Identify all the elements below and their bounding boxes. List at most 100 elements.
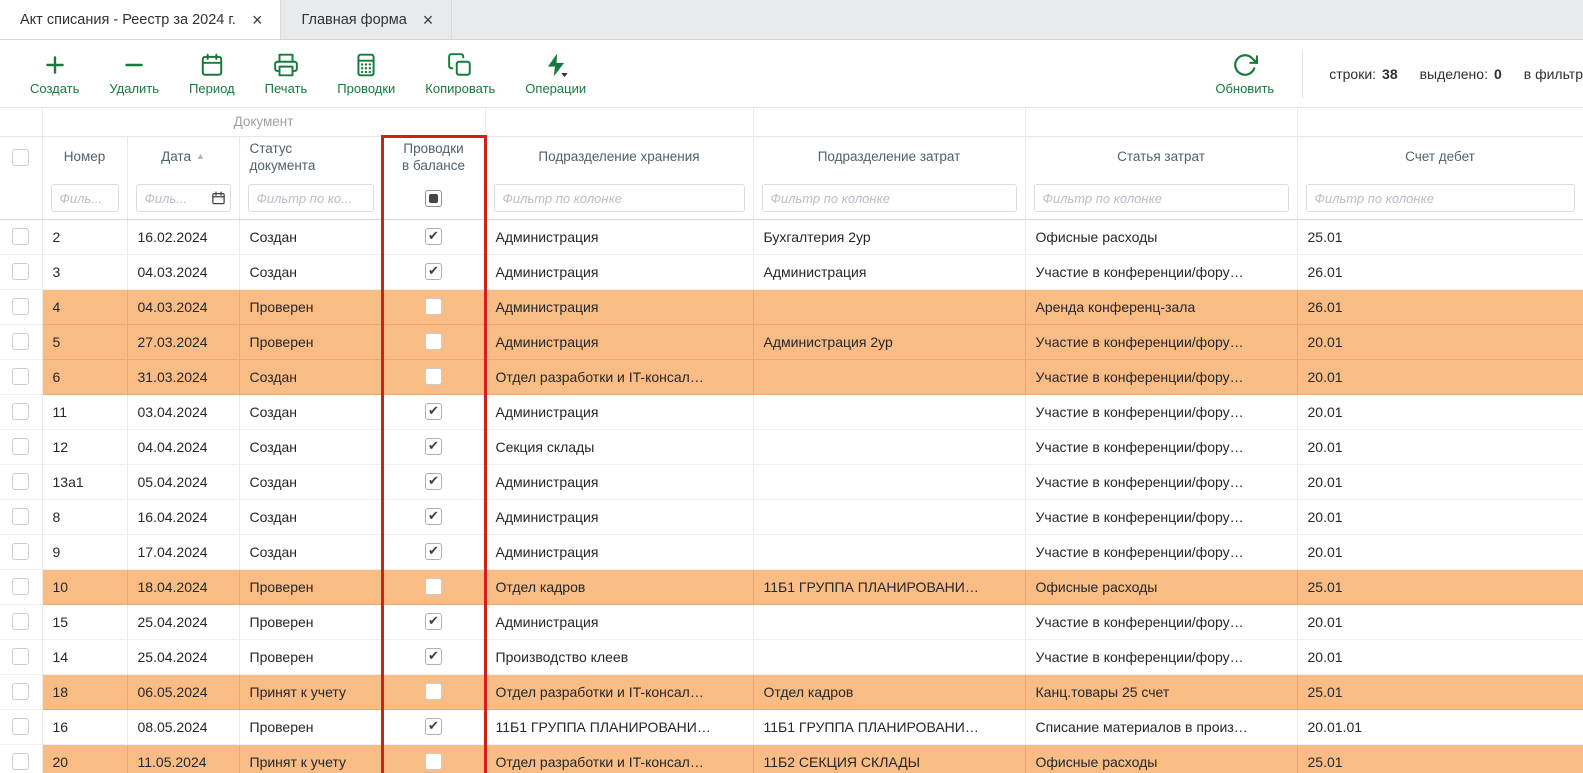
select-all-checkbox[interactable] [12,149,29,166]
posted-checkbox[interactable] [425,543,442,560]
cell-cost-item: Участие в конференции/фору… [1025,604,1297,639]
filter-cost-item-input[interactable] [1034,184,1289,212]
row-select-checkbox[interactable] [12,683,29,700]
row-select-checkbox[interactable] [12,473,29,490]
row-select-checkbox[interactable] [12,543,29,560]
cell-cost-item: Офисные расходы [1025,569,1297,604]
posted-checkbox[interactable] [425,473,442,490]
row-select-cell [0,324,42,359]
table-row[interactable]: 1608.05.2024Проверен11Б1 ГРУППА ПЛАНИРОВ… [0,709,1583,744]
tab-act-spisaniya[interactable]: Акт списания - Реестр за 2024 г. × [0,0,281,39]
copy-button[interactable]: Копировать [425,52,495,96]
table-row[interactable]: 631.03.2024СозданОтдел разработки и IT-к… [0,359,1583,394]
row-select-checkbox[interactable] [12,753,29,770]
close-icon[interactable]: × [252,11,263,29]
cell-storage-department: Администрация [485,534,753,569]
posted-checkbox[interactable] [425,368,442,385]
table-row[interactable]: 13а105.04.2024СозданАдминистрацияУчастие… [0,464,1583,499]
create-button[interactable]: Создать [30,52,79,96]
row-select-checkbox[interactable] [12,263,29,280]
col-header-cost-item[interactable]: Статья затрат [1025,136,1297,178]
table-row[interactable]: 1425.04.2024ПроверенПроизводство клеевУч… [0,639,1583,674]
table-row[interactable]: 816.04.2024СозданАдминистрацияУчастие в … [0,499,1583,534]
row-select-checkbox[interactable] [12,333,29,350]
operations-button[interactable]: Операции [525,52,586,96]
col-header-doc-status[interactable]: Статус документа [239,136,382,178]
row-select-checkbox[interactable] [12,368,29,385]
posted-checkbox[interactable] [425,228,442,245]
posted-checkbox[interactable] [425,718,442,735]
table-row[interactable]: 216.02.2024СозданАдминистрацияБухгалтери… [0,219,1583,254]
row-select-checkbox[interactable] [12,718,29,735]
posted-checkbox[interactable] [425,578,442,595]
group-cell [1297,108,1583,136]
cell-cost-department: Администрация [753,254,1025,289]
col-header-postings-balance[interactable]: Проводки в балансе [382,136,485,178]
filter-storage-department-input[interactable] [494,184,745,212]
col-header-number[interactable]: Номер [42,136,127,178]
posted-checkbox[interactable] [425,753,442,770]
refresh-button[interactable]: Обновить [1215,52,1274,96]
stat-rows: строки:38 [1329,66,1397,82]
row-select-checkbox[interactable] [12,613,29,630]
row-select-checkbox[interactable] [12,403,29,420]
cell-doc-status: Создан [239,219,382,254]
filter-number-input[interactable] [51,184,119,212]
cell-cost-department: Администрация 2ур [753,324,1025,359]
cell-doc-status: Создан [239,429,382,464]
cell-cost-item: Участие в конференции/фору… [1025,359,1297,394]
col-header-storage-department[interactable]: Подразделение хранения [485,136,753,178]
row-select-checkbox[interactable] [12,228,29,245]
table-row[interactable]: 2011.05.2024Принят к учетуОтдел разработ… [0,744,1583,773]
table-row[interactable]: 1525.04.2024ПроверенАдминистрацияУчастие… [0,604,1583,639]
cell-date: 11.05.2024 [127,744,239,773]
cell-number: 18 [42,674,127,709]
posted-checkbox[interactable] [425,613,442,630]
row-select-checkbox[interactable] [12,508,29,525]
row-select-checkbox[interactable] [12,648,29,665]
cell-cost-item: Участие в конференции/фору… [1025,254,1297,289]
table-row[interactable]: 404.03.2024ПроверенАдминистрацияАренда к… [0,289,1583,324]
filter-debit-account-input[interactable] [1306,184,1575,212]
cell-doc-status: Создан [239,534,382,569]
table-row[interactable]: 304.03.2024СозданАдминистрацияАдминистра… [0,254,1583,289]
stat-selected: выделено:0 [1420,66,1502,82]
calendar-icon [199,52,225,78]
filter-postings-checkbox[interactable] [425,190,442,207]
period-button[interactable]: Период [189,52,235,96]
posted-checkbox[interactable] [425,438,442,455]
group-cell [485,108,753,136]
cell-number: 15 [42,604,127,639]
table-row[interactable]: 1018.04.2024ПроверенОтдел кадров11Б1 ГРУ… [0,569,1583,604]
column-header-row: Номер Дата▲ Статус документа Проводки в … [0,136,1583,178]
cell-cost-department: Отдел кадров [753,674,1025,709]
table-row[interactable]: 917.04.2024СозданАдминистрацияУчастие в … [0,534,1583,569]
cell-debit-account: 25.01 [1297,674,1583,709]
filter-cost-department-input[interactable] [762,184,1017,212]
cell-cost-item: Списание материалов в произ… [1025,709,1297,744]
tab-glavnaya-forma[interactable]: Главная форма × [281,0,452,39]
col-header-debit-account[interactable]: Счет дебет [1297,136,1583,178]
table-row[interactable]: 1103.04.2024СозданАдминистрацияУчастие в… [0,394,1583,429]
posted-checkbox[interactable] [425,403,442,420]
posted-checkbox[interactable] [425,333,442,350]
posted-checkbox[interactable] [425,648,442,665]
table-row[interactable]: 527.03.2024ПроверенАдминистрацияАдминист… [0,324,1583,359]
calendar-icon[interactable] [211,191,226,206]
postings-button[interactable]: Проводки [337,52,395,96]
posted-checkbox[interactable] [425,508,442,525]
table-row[interactable]: 1806.05.2024Принят к учетуОтдел разработ… [0,674,1583,709]
posted-checkbox[interactable] [425,683,442,700]
posted-checkbox[interactable] [425,298,442,315]
col-header-date[interactable]: Дата▲ [127,136,239,178]
row-select-checkbox[interactable] [12,298,29,315]
close-icon[interactable]: × [423,11,434,29]
table-row[interactable]: 1204.04.2024СозданСекция складыУчастие в… [0,429,1583,464]
delete-button[interactable]: Удалить [109,52,159,96]
print-button[interactable]: Печать [265,52,308,96]
filter-doc-status-input[interactable] [248,184,374,212]
col-header-cost-department[interactable]: Подразделение затрат [753,136,1025,178]
row-select-checkbox[interactable] [12,438,29,455]
row-select-checkbox[interactable] [12,578,29,595]
posted-checkbox[interactable] [425,263,442,280]
